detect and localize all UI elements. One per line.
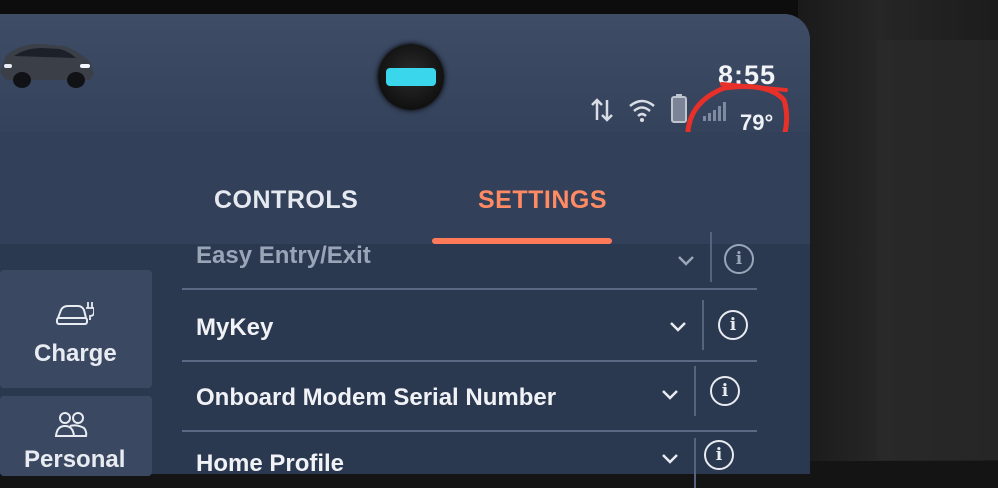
row-divider: [710, 232, 712, 282]
tab-settings[interactable]: SETTINGS: [478, 186, 607, 215]
info-icon[interactable]: i: [710, 376, 740, 406]
list-item-label: Easy Entry/Exit: [196, 242, 371, 269]
chevron-down-icon[interactable]: [666, 314, 690, 338]
sidebar-item-personal[interactable]: Personal: [0, 396, 152, 476]
data-transfer-icon: [591, 98, 613, 122]
chevron-down-icon[interactable]: [658, 446, 682, 470]
status-bar: 8:55 79°: [0, 14, 810, 180]
row-divider: [694, 438, 696, 488]
chevron-down-icon[interactable]: [674, 248, 698, 272]
sidebar-item-label: Personal: [24, 446, 126, 473]
info-icon[interactable]: i: [718, 310, 748, 340]
tab-controls[interactable]: CONTROLS: [214, 186, 358, 215]
info-icon[interactable]: i: [704, 440, 734, 470]
wifi-icon: [629, 99, 655, 122]
list-item-mykey[interactable]: MyKey i: [182, 296, 757, 362]
list-item-easy-entry-exit[interactable]: Easy Entry/Exit i: [182, 228, 757, 290]
list-item-onboard-modem-serial-number[interactable]: Onboard Modem Serial Number i: [182, 362, 757, 432]
sidebar-item-charge[interactable]: Charge: [0, 270, 152, 388]
row-divider: [694, 366, 696, 416]
info-icon[interactable]: i: [724, 244, 754, 274]
list-item-label: MyKey: [196, 314, 274, 341]
people-icon: [54, 412, 88, 437]
row-divider: [702, 300, 704, 350]
list-item-label: Onboard Modem Serial Number: [196, 384, 557, 411]
chevron-down-icon[interactable]: [658, 382, 682, 406]
logo-glow: [386, 68, 436, 86]
list-item-home-profile[interactable]: Home Profile i: [182, 434, 757, 488]
car-charge-icon: [56, 302, 94, 325]
pony-logo-icon[interactable]: [378, 44, 444, 110]
sidebar-item-label: Charge: [34, 340, 117, 367]
background-object: [878, 40, 998, 460]
list-item-label: Home Profile: [196, 450, 345, 477]
vehicle-thumbnail-icon[interactable]: [0, 30, 100, 90]
